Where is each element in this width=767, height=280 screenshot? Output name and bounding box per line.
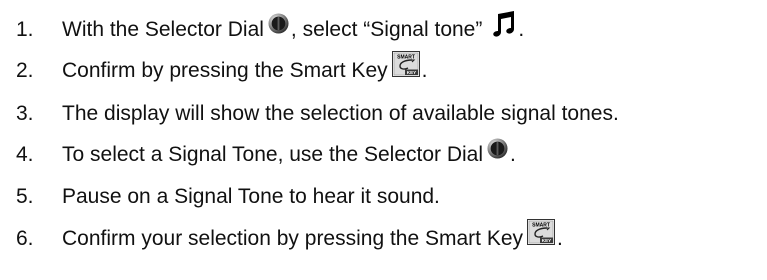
step-number: 1. xyxy=(16,17,34,41)
step-number: 3. xyxy=(16,101,34,125)
step-number: 2. xyxy=(16,58,34,82)
step-2: 2. Confirm by pressing the Smart Key SMA… xyxy=(0,50,767,90)
step-text-part: , select “Signal tone” xyxy=(290,17,483,41)
smart-key-icon: SMART KEY xyxy=(391,51,420,77)
step-6: 6. Confirm your selection by pressing th… xyxy=(0,218,767,258)
step-number: 5. xyxy=(16,184,34,208)
step-text: The display will show the selection of a… xyxy=(62,103,619,124)
step-text-part: To select a Signal Tone, use the Selecto… xyxy=(62,142,484,166)
selector-dial-icon xyxy=(268,12,289,34)
step-number: 4. xyxy=(16,142,34,166)
instruction-steps: 1. With the Selector Dial , select “Sign… xyxy=(0,0,767,280)
music-note-icon xyxy=(493,11,515,37)
step-text: With the Selector Dial , select “Signal … xyxy=(62,11,525,42)
step-number: 6. xyxy=(16,226,34,250)
step-text-part: . xyxy=(518,17,525,41)
step-text-part: Confirm your selection by pressing the S… xyxy=(62,226,524,250)
step-text-part: . xyxy=(421,58,428,82)
step-4: 4. To select a Signal Tone, use the Sele… xyxy=(0,134,767,174)
step-text-part: Pause on a Signal Tone to hear it sound. xyxy=(62,184,440,208)
step-3: 3. The display will show the selection o… xyxy=(0,93,767,133)
smart-key-icon: SMART KEY xyxy=(527,219,556,245)
svg-text:KEY: KEY xyxy=(542,238,551,243)
step-text-part: The display will show the selection of a… xyxy=(62,101,619,125)
step-5: 5. Pause on a Signal Tone to hear it sou… xyxy=(0,176,767,216)
svg-text:KEY: KEY xyxy=(406,70,415,75)
step-1: 1. With the Selector Dial , select “Sign… xyxy=(0,9,767,49)
step-text: Confirm by pressing the Smart Key SMART … xyxy=(62,51,428,83)
selector-dial-icon xyxy=(487,137,508,159)
step-text-part: Confirm by pressing the Smart Key xyxy=(62,58,388,82)
step-text: Confirm your selection by pressing the S… xyxy=(62,219,563,251)
step-text-part: . xyxy=(557,226,563,250)
step-text: Pause on a Signal Tone to hear it sound. xyxy=(62,186,440,207)
step-text-part: . xyxy=(510,142,516,166)
step-text-part: With the Selector Dial xyxy=(62,17,264,41)
step-text: To select a Signal Tone, use the Selecto… xyxy=(62,137,516,166)
